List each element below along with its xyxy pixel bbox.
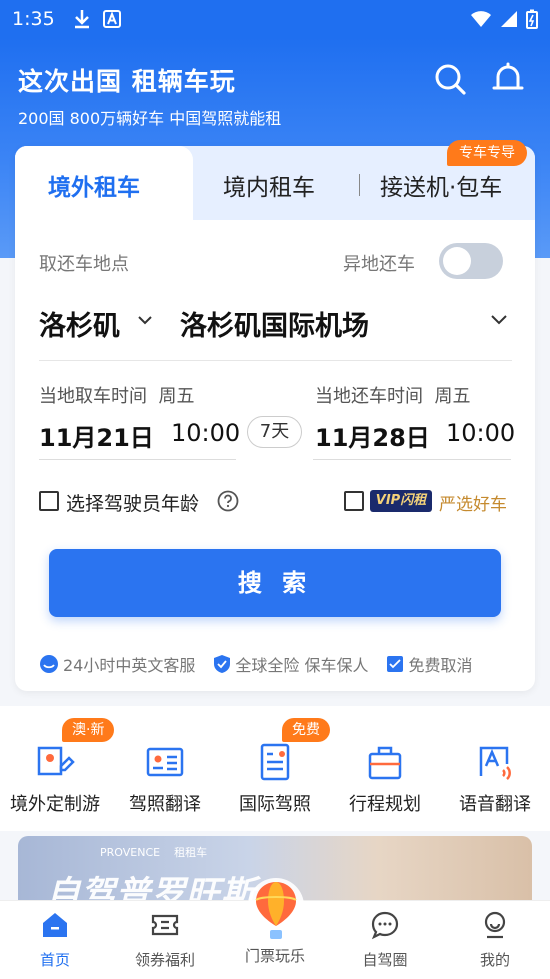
customer-service-icon [40, 655, 58, 673]
tab-badge: 专车专导 [447, 140, 527, 166]
vip-badge: VIP闪租 [370, 490, 432, 512]
coupon-icon [151, 914, 179, 936]
pickup-time[interactable]: 10:00 [171, 419, 240, 447]
status-bar: 1:35 [0, 0, 550, 38]
quick-nav-item-voice-translation[interactable]: 语音翻译 [440, 742, 550, 816]
vip-checkbox[interactable] [344, 491, 364, 511]
search-icon[interactable] [433, 62, 467, 96]
divider [39, 360, 512, 361]
app-a-icon [102, 10, 121, 28]
quick-nav-badge: 澳·新 [62, 718, 115, 742]
driver-age-label[interactable]: 选择驾驶员年龄 [66, 489, 199, 516]
quick-nav: 境外定制游 驾照翻译 国际驾照 行程规划 语音翻译 澳·新 免费 [0, 706, 550, 831]
rental-duration-badge: 7天 [247, 416, 302, 448]
voice-translate-icon [479, 746, 511, 780]
wifi-icon [471, 11, 491, 27]
nav-label: 门票玩乐 [244, 947, 305, 965]
id-card-icon [146, 747, 184, 777]
city-selector[interactable]: 洛杉矶 [39, 304, 120, 343]
banner-logos: PROVENCE 租租车 [100, 844, 207, 860]
tab-overseas-rental[interactable]: 境外租车 [48, 168, 140, 202]
return-time-label-text: 当地还车时间 [315, 386, 423, 407]
nav-label: 我的 [479, 951, 510, 969]
search-button[interactable]: 搜 索 [49, 549, 501, 617]
vip-label[interactable]: 严选好车 [439, 490, 507, 515]
nav-label: 自驾圈 [362, 951, 408, 969]
help-icon[interactable] [217, 490, 239, 512]
guarantee-item: 全球全险 保车保人 [213, 652, 368, 676]
nav-label: 领券福利 [134, 951, 195, 969]
guarantee-text: 24小时中英文客服 [63, 656, 196, 675]
return-date[interactable]: 11月28日 [315, 418, 430, 453]
nav-item-profile[interactable]: 我的 [440, 909, 550, 970]
tab-airport-charter[interactable]: 接送机·包车 [380, 168, 502, 202]
banner-logo-right: 租租车 [174, 846, 208, 859]
chevron-down-icon[interactable] [137, 314, 153, 326]
pickup-weekday: 周五 [158, 386, 195, 407]
battery-icon [526, 9, 538, 29]
tab-divider [359, 174, 360, 196]
banner-logo-left: PROVENCE [100, 845, 161, 859]
pickup-underline [39, 459, 236, 460]
return-time-label: 当地还车时间 周五 [315, 382, 470, 408]
pickup-date[interactable]: 11月21日 [39, 418, 154, 453]
return-weekday: 周五 [434, 386, 471, 407]
nav-item-drive-circle[interactable]: 自驾圈 [330, 909, 440, 970]
quick-nav-label: 行程规划 [349, 794, 421, 815]
pickup-time-label: 当地取车时间 周五 [39, 382, 194, 408]
suitcase-icon [368, 746, 402, 780]
nav-label: 首页 [39, 951, 70, 969]
hero-subtitle: 200国 800万辆好车 中国驾照就能租 [18, 109, 282, 128]
nav-item-coupons[interactable]: 领券福利 [110, 909, 220, 970]
return-time[interactable]: 10:00 [446, 419, 515, 447]
bell-icon[interactable] [491, 62, 525, 96]
chevron-down-icon[interactable] [490, 313, 508, 327]
quick-nav-label: 境外定制游 [10, 794, 100, 815]
guarantee-item: 免费取消 [386, 652, 472, 676]
quick-nav-item-intl-license[interactable]: 国际驾照 [220, 742, 330, 816]
guarantee-text: 全球全险 保车保人 [235, 656, 369, 675]
toggle-knob [443, 247, 471, 275]
different-return-label: 异地还车 [343, 254, 415, 275]
quick-nav-badge: 免费 [282, 718, 330, 742]
checkbox-check-icon [387, 656, 404, 672]
home-icon [43, 913, 67, 937]
pickup-location-label: 取还车地点 [39, 254, 129, 275]
pickup-time-label-text: 当地取车时间 [39, 386, 147, 407]
quick-nav-label: 驾照翻译 [129, 794, 201, 815]
quick-nav-label: 国际驾照 [239, 794, 311, 815]
guarantee-item: 24小时中英文客服 [39, 652, 195, 676]
license-document-icon [260, 743, 290, 781]
quick-nav-item-custom-tour[interactable]: 境外定制游 [0, 742, 110, 816]
hero-title: 这次出国 租辆车玩 [18, 67, 236, 96]
quick-nav-item-license-translation[interactable]: 驾照翻译 [110, 742, 220, 816]
quick-nav-label: 语音翻译 [459, 794, 531, 815]
shield-check-icon [214, 655, 231, 673]
guarantee-text: 免费取消 [408, 656, 473, 675]
nav-item-home[interactable]: 首页 [0, 909, 110, 970]
profile-icon [484, 911, 506, 939]
signal-icon [501, 11, 517, 27]
tab-domestic-rental[interactable]: 境内租车 [223, 168, 315, 202]
chat-icon [371, 911, 399, 940]
return-underline [313, 459, 511, 460]
rental-booking-card: 境外租车 境内租车 接送机·包车 专车专导 取还车地点 异地还车 洛杉矶 洛杉矶… [15, 140, 535, 691]
balloon-icon[interactable] [244, 876, 308, 946]
download-icon [74, 10, 89, 29]
quick-nav-item-trip-planning[interactable]: 行程规划 [330, 742, 440, 816]
location-selector[interactable]: 洛杉矶国际机场 [180, 304, 369, 343]
driver-age-checkbox[interactable] [39, 491, 59, 511]
status-time: 1:35 [12, 8, 55, 30]
different-return-toggle[interactable] [439, 243, 503, 279]
guarantee-row: 24小时中英文客服 全球全险 保车保人 免费取消 [39, 652, 529, 676]
map-pin-pen-icon [37, 746, 75, 776]
